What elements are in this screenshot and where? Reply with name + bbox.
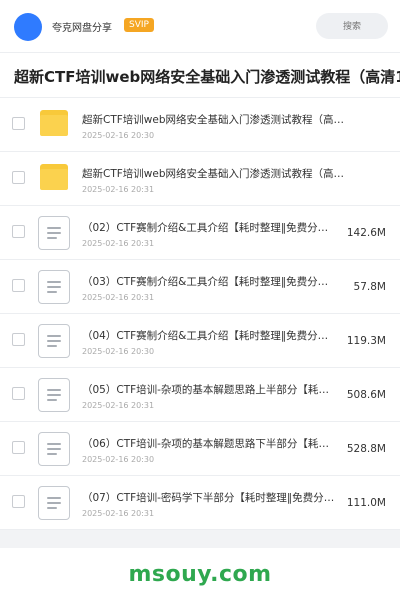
select-checkbox[interactable] xyxy=(12,117,25,130)
item-name: 超新CTF培训web网络安全基础入门渗透测试教程（高清1080P） xyxy=(82,114,348,126)
item-date: 2025-02-16 20:31 xyxy=(82,293,155,302)
item-date: 2025-02-16 20:30 xyxy=(82,347,155,356)
select-checkbox[interactable] xyxy=(12,225,25,238)
select-checkbox[interactable] xyxy=(12,333,25,346)
list-item[interactable]: （06）CTF培训-杂项的基本解题思路下半部分【耗时整理】 2025-02-16… xyxy=(0,422,400,476)
item-size: 508.6M xyxy=(346,389,386,401)
folder-icon xyxy=(40,164,68,190)
item-name: 超新CTF培训web网络安全基础入门渗透测试教程（高清1080P） xyxy=(82,168,348,180)
username: 夸克网盘分享 xyxy=(52,23,112,34)
item-size: 57.8M xyxy=(353,281,386,293)
search-input[interactable] xyxy=(316,13,388,39)
document-icon xyxy=(38,378,70,412)
item-date: 2025-02-16 20:31 xyxy=(82,509,155,518)
share-page: 夸克网盘分享 SVIP 超新CTF培训web网络安全基础入门渗透测试教程（高清1… xyxy=(0,0,400,600)
footer: msouy.com xyxy=(0,548,400,600)
item-date: 2025-02-16 20:30 xyxy=(82,131,155,140)
header-bar: 夸克网盘分享 SVIP xyxy=(0,0,400,52)
title-bar: 超新CTF培训web网络安全基础入门渗透测试教程（高清1080P） xyxy=(0,52,400,98)
list-item[interactable]: （03）CTF赛制介绍&工具介绍【耗时整理‖免费分享】 2025-02-16 2… xyxy=(0,260,400,314)
watermark: msouy.com xyxy=(128,562,272,587)
document-icon xyxy=(38,270,70,304)
item-size: 119.3M xyxy=(346,335,386,347)
list-item[interactable]: （07）CTF培训-密码学下半部分【耗时整理‖免费分享】 2025-02-16 … xyxy=(0,476,400,530)
item-size: 528.8M xyxy=(346,443,386,455)
item-size: 111.0M xyxy=(346,497,386,509)
select-checkbox[interactable] xyxy=(12,441,25,454)
list-item[interactable]: （05）CTF培训-杂项的基本解题思路上半部分【耗时整理】 2025-02-16… xyxy=(0,368,400,422)
item-date: 2025-02-16 20:31 xyxy=(82,239,155,248)
list-item[interactable]: 超新CTF培训web网络安全基础入门渗透测试教程（高清1080P） 2025-0… xyxy=(0,98,400,152)
list-item[interactable]: （02）CTF赛制介绍&工具介绍【耗时整理‖免费分享】 2025-02-16 2… xyxy=(0,206,400,260)
select-checkbox[interactable] xyxy=(12,387,25,400)
item-date: 2025-02-16 20:30 xyxy=(82,455,155,464)
select-checkbox[interactable] xyxy=(12,171,25,184)
document-icon xyxy=(38,432,70,466)
file-list: 超新CTF培训web网络安全基础入门渗透测试教程（高清1080P） 2025-0… xyxy=(0,98,400,530)
page-title: 超新CTF培训web网络安全基础入门渗透测试教程（高清1080P） xyxy=(14,68,400,86)
list-item[interactable]: （04）CTF赛制介绍&工具介绍【耗时整理‖免费分享】 2025-02-16 2… xyxy=(0,314,400,368)
select-checkbox[interactable] xyxy=(12,279,25,292)
item-date: 2025-02-16 20:31 xyxy=(82,401,155,410)
item-name: （05）CTF培训-杂项的基本解题思路上半部分【耗时整理】 xyxy=(82,384,338,396)
folder-icon xyxy=(40,110,68,136)
item-name: （03）CTF赛制介绍&工具介绍【耗时整理‖免费分享】 xyxy=(82,276,338,288)
document-icon xyxy=(38,216,70,250)
list-item[interactable]: 超新CTF培训web网络安全基础入门渗透测试教程（高清1080P） 2025-0… xyxy=(0,152,400,206)
item-name: （06）CTF培训-杂项的基本解题思路下半部分【耗时整理】 xyxy=(82,438,338,450)
document-icon xyxy=(38,486,70,520)
avatar[interactable] xyxy=(14,13,42,41)
item-name: （07）CTF培训-密码学下半部分【耗时整理‖免费分享】 xyxy=(82,492,338,504)
item-name: （02）CTF赛制介绍&工具介绍【耗时整理‖免费分享】 xyxy=(82,222,338,234)
select-checkbox[interactable] xyxy=(12,495,25,508)
item-date: 2025-02-16 20:31 xyxy=(82,185,155,194)
document-icon xyxy=(38,324,70,358)
svip-badge: SVIP xyxy=(124,18,154,32)
item-name: （04）CTF赛制介绍&工具介绍【耗时整理‖免费分享】 xyxy=(82,330,338,342)
item-size: 142.6M xyxy=(346,227,386,239)
